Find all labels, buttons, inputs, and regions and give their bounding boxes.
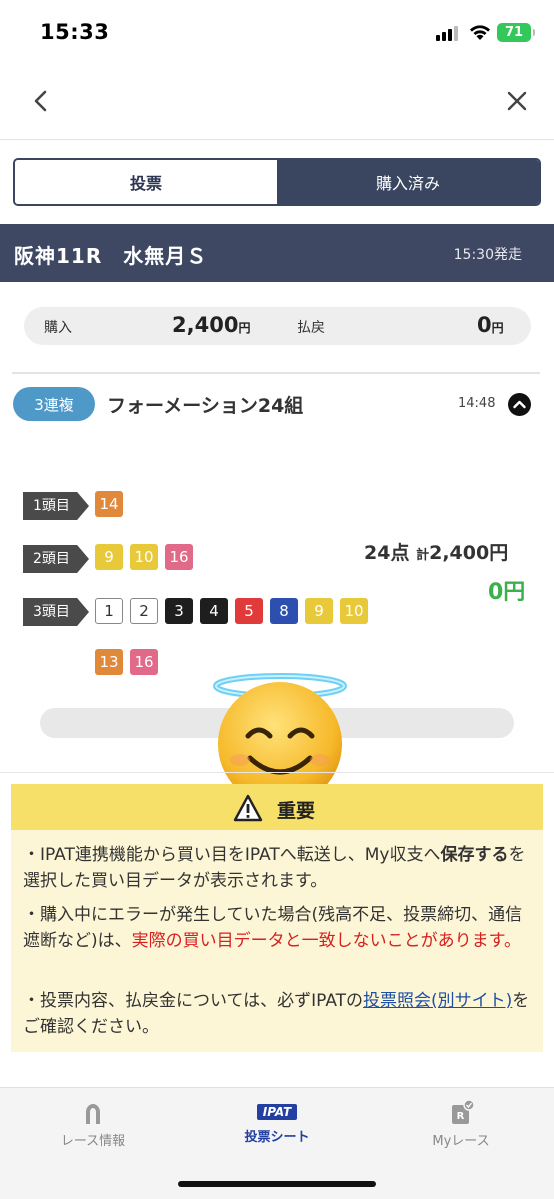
chevron-up-icon[interactable]	[508, 393, 531, 416]
horse-number: 3	[165, 598, 193, 624]
horse-number: 2	[130, 598, 158, 624]
cellular-signal-icon	[436, 25, 462, 41]
row-label-first: 1頭目	[23, 492, 89, 520]
tab-race-info[interactable]: レース情報	[28, 1100, 158, 1149]
tab-vote[interactable]: 投票	[15, 160, 277, 204]
notice-header: 重要	[11, 784, 543, 830]
notice-paragraph: ・IPAT連携機能から買い目をIPATへ転送し、My収支へ保存するを選択した買い…	[23, 845, 526, 891]
ipat-icon: IPAT	[256, 1104, 298, 1120]
tab-purchased[interactable]: 購入済み	[277, 160, 539, 204]
segmented-control: 投票 購入済み	[13, 158, 541, 206]
tab-vote-sheet[interactable]: IPAT 投票シート	[212, 1100, 342, 1145]
row-label-second: 2頭目	[23, 545, 89, 573]
tab-my-race[interactable]: R Myレース	[396, 1100, 526, 1149]
purchase-label: 購入	[44, 320, 72, 336]
race-name: 阪神11R 水無月Ｓ	[14, 244, 208, 268]
status-time: 15:33	[40, 20, 110, 44]
divider	[0, 772, 554, 773]
bet-inquiry-link[interactable]: 投票照会(別サイト)	[363, 991, 512, 1011]
notice-paragraph: ・投票内容、払戻金については、必ずIPATの投票照会(別サイト)をご確認ください…	[23, 991, 530, 1037]
notice-box: 重要 ・IPAT連携機能から買い目をIPATへ転送し、My収支へ保存するを選択し…	[11, 784, 543, 1052]
back-icon[interactable]	[26, 86, 56, 116]
bet-title: フォーメーション24組	[107, 395, 304, 417]
battery-icon: 71	[497, 23, 535, 42]
status-bar: 15:33 71	[0, 0, 554, 66]
horse-number: 10	[130, 544, 158, 570]
race-header: 阪神11R 水無月Ｓ 15:30発走	[0, 224, 554, 282]
horse-number: 9	[305, 598, 333, 624]
purchase-amount: 2,400円	[172, 313, 251, 337]
horseshoe-icon	[86, 1104, 100, 1124]
my-race-icon: R	[452, 1100, 475, 1124]
horse-number: 16	[130, 649, 158, 675]
refund-label: 払戻	[297, 320, 325, 336]
row-label-third: 3頭目	[23, 598, 89, 626]
horse-number: 14	[95, 491, 123, 517]
warning-icon	[233, 794, 263, 822]
bet-points-total: 24点 計2,400円	[364, 542, 509, 564]
horse-number: 8	[270, 598, 298, 624]
notice-paragraph: ・購入中にエラーが発生していた場合(残高不足、投票締切、通信遮断など)は、実際の…	[23, 905, 523, 951]
horse-number: 4	[200, 598, 228, 624]
svg-text:R: R	[457, 1111, 465, 1122]
bet-type-badge: 3連複	[13, 387, 95, 421]
bet-payout: 0円	[488, 580, 526, 605]
horse-number: 9	[95, 544, 123, 570]
post-time: 15:30発走	[453, 247, 522, 263]
notice-title: 重要	[277, 800, 316, 822]
nav-bar	[0, 66, 554, 140]
bottom-tab-bar: レース情報 IPAT 投票シート R Myレース	[0, 1087, 554, 1199]
refund-amount: 0円	[477, 313, 504, 337]
horse-number: 10	[340, 598, 368, 624]
horse-number: 16	[165, 544, 193, 570]
horse-number: 13	[95, 649, 123, 675]
horse-number: 5	[235, 598, 263, 624]
horse-number: 1	[95, 598, 123, 624]
close-icon[interactable]	[502, 86, 532, 116]
purchase-summary: 購入 2,400円 払戻 0円	[24, 307, 531, 345]
divider	[12, 372, 540, 374]
home-indicator	[178, 1181, 376, 1187]
bet-time: 14:48	[458, 396, 496, 411]
wifi-icon	[470, 25, 490, 40]
